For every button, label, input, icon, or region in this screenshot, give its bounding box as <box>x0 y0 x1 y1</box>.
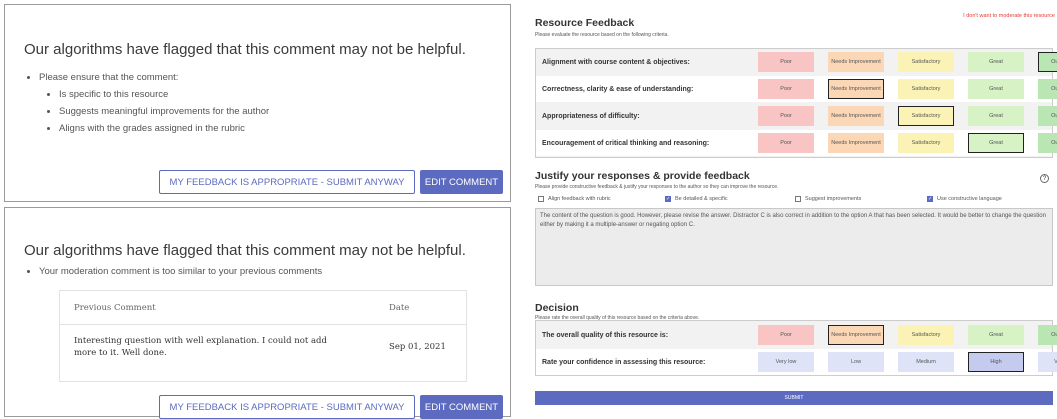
decision-grid: The overall quality of this resource is:… <box>535 320 1057 376</box>
guideline-item: Suggests meaningful improvements for the… <box>59 106 269 117</box>
quality-row: The overall quality of this resource is:… <box>536 322 1057 348</box>
checklist-label: Align feedback with rubric <box>548 196 611 202</box>
rating-option[interactable]: Satisfactory <box>898 133 954 153</box>
rating-option[interactable]: Needs Improvement <box>828 133 884 153</box>
column-header-comment: Previous Comment <box>74 303 156 313</box>
rating-option[interactable]: Satisfactory <box>898 106 954 126</box>
criterion-label: Encouragement of critical thinking and r… <box>542 139 710 147</box>
flag-dialog-specificity: Our algorithms have flagged that this co… <box>4 4 511 202</box>
edit-comment-button[interactable]: EDIT COMMENT <box>420 395 503 419</box>
rubric-row: Alignment with course content & objectiv… <box>536 49 1057 75</box>
rating-option[interactable]: Great <box>968 106 1024 126</box>
rating-option[interactable]: Medium <box>898 352 954 372</box>
rating-option[interactable]: Poor <box>758 79 814 99</box>
confidence-row: Rate your confidence in assessing this r… <box>536 349 1057 375</box>
dont-moderate-link[interactable]: I don't want to moderate this resource <box>963 13 1055 19</box>
checkbox-checked-icon[interactable]: ✓ <box>665 196 671 202</box>
rating-option[interactable]: High <box>968 352 1024 372</box>
resource-feedback-form: I don't want to moderate this resource R… <box>528 0 1057 419</box>
edit-comment-button[interactable]: EDIT COMMENT <box>420 170 503 194</box>
submit-button[interactable]: SUBMIT <box>535 391 1053 405</box>
rubric-row: Encouragement of critical thinking and r… <box>536 130 1057 156</box>
feedback-textarea[interactable]: The content of the question is good. How… <box>535 208 1053 286</box>
feedback-subtitle: Please evaluate the resource based on th… <box>535 32 669 38</box>
rating-option[interactable]: Outstanding <box>1038 52 1057 72</box>
rating-option[interactable]: Outstanding <box>1038 106 1057 126</box>
guideline-list: Please ensure that the comment: Is speci… <box>39 72 269 140</box>
justify-title: Justify your responses & provide feedbac… <box>535 170 750 182</box>
rating-option[interactable]: Satisfactory <box>898 325 954 345</box>
checklist-label: Be detailed & specific <box>675 196 728 202</box>
rating-option[interactable]: Poor <box>758 325 814 345</box>
checklist-label: Suggest improvements <box>805 196 862 202</box>
checkbox-empty-icon[interactable] <box>538 196 544 202</box>
rating-option[interactable]: Needs Improvement <box>828 325 884 345</box>
rubric-row: Appropriateness of difficulty: Poor Needs … <box>536 103 1057 129</box>
checkbox-checked-icon[interactable]: ✓ <box>927 196 933 202</box>
rating-option[interactable]: Great <box>968 52 1024 72</box>
rating-option[interactable]: Great <box>968 133 1024 153</box>
guideline-list: Your moderation comment is too similar t… <box>39 266 322 283</box>
checklist-item[interactable]: Align feedback with rubric <box>538 196 611 202</box>
rating-option[interactable]: Very High <box>1038 352 1057 372</box>
rating-option[interactable]: Very low <box>758 352 814 372</box>
column-header-date: Date <box>389 303 410 313</box>
criterion-label: Alignment with course content & objectiv… <box>542 58 690 66</box>
submit-anyway-button[interactable]: MY FEEDBACK IS APPROPRIATE - SUBMIT ANYW… <box>159 395 415 419</box>
rating-option[interactable]: Outstanding <box>1038 79 1057 99</box>
rubric-row: Correctness, clarity & ease of understan… <box>536 76 1057 102</box>
rating-option[interactable]: Poor <box>758 133 814 153</box>
rating-option[interactable]: Satisfactory <box>898 79 954 99</box>
submit-anyway-button[interactable]: MY FEEDBACK IS APPROPRIATE - SUBMIT ANYW… <box>159 170 415 194</box>
criterion-label: The overall quality of this resource is: <box>542 331 669 339</box>
rating-option[interactable]: Low <box>828 352 884 372</box>
writing-checklist: Align feedback with rubric ✓ Be detailed &… <box>538 196 1048 206</box>
previous-comments-table: Previous Comment Date Interesting questi… <box>59 290 467 382</box>
criterion-label: Correctness, clarity & ease of understan… <box>542 85 694 93</box>
rating-option[interactable]: Great <box>968 325 1024 345</box>
guideline-item: Is specific to this resource <box>59 89 269 100</box>
dialog-title: Our algorithms have flagged that this co… <box>24 41 466 58</box>
flag-dialog-similarity: Our algorithms have flagged that this co… <box>4 207 511 419</box>
help-icon[interactable]: ? <box>1040 174 1049 183</box>
feedback-title: Resource Feedback <box>535 17 635 29</box>
table-header: Previous Comment Date <box>60 291 466 325</box>
criterion-label: Rate your confidence in assessing this r… <box>542 358 706 366</box>
guideline-item: Aligns with the grades assigned in the r… <box>59 123 269 134</box>
rating-option[interactable]: Outstanding <box>1038 325 1057 345</box>
rating-option[interactable]: Outstanding <box>1038 133 1057 153</box>
checklist-item[interactable]: ✓ Use constructive language <box>927 196 1002 202</box>
comment-text-line1: Interesting question with well explanati… <box>74 336 327 346</box>
rating-option[interactable]: Needs Improvement <box>828 106 884 126</box>
table-row: Interesting question with well explanati… <box>60 325 466 383</box>
guideline-heading: Please ensure that the comment: <box>39 72 179 83</box>
rubric-grid: Alignment with course content & objectiv… <box>535 48 1057 158</box>
rating-option[interactable]: Satisfactory <box>898 52 954 72</box>
comment-text-line2: more to it. Well done. <box>74 348 167 358</box>
checklist-item[interactable]: Suggest improvements <box>795 196 861 202</box>
decision-title: Decision <box>535 302 579 314</box>
rating-option[interactable]: Poor <box>758 52 814 72</box>
guideline-heading: Your moderation comment is too similar t… <box>39 266 322 277</box>
criterion-label: Appropriateness of difficulty: <box>542 112 640 120</box>
dialog-title: Our algorithms have flagged that this co… <box>24 242 466 259</box>
checkbox-empty-icon[interactable] <box>795 196 801 202</box>
comment-date: Sep 01, 2021 <box>389 342 446 352</box>
justify-subtitle: Please provide constructive feedback & j… <box>535 184 779 190</box>
rating-option[interactable]: Needs Improvement <box>828 79 884 99</box>
rating-option[interactable]: Poor <box>758 106 814 126</box>
checklist-label: Use constructive language <box>937 196 1002 202</box>
rating-option[interactable]: Great <box>968 79 1024 99</box>
checklist-item[interactable]: ✓ Be detailed & specific <box>665 196 728 202</box>
rating-option[interactable]: Needs Improvement <box>828 52 884 72</box>
